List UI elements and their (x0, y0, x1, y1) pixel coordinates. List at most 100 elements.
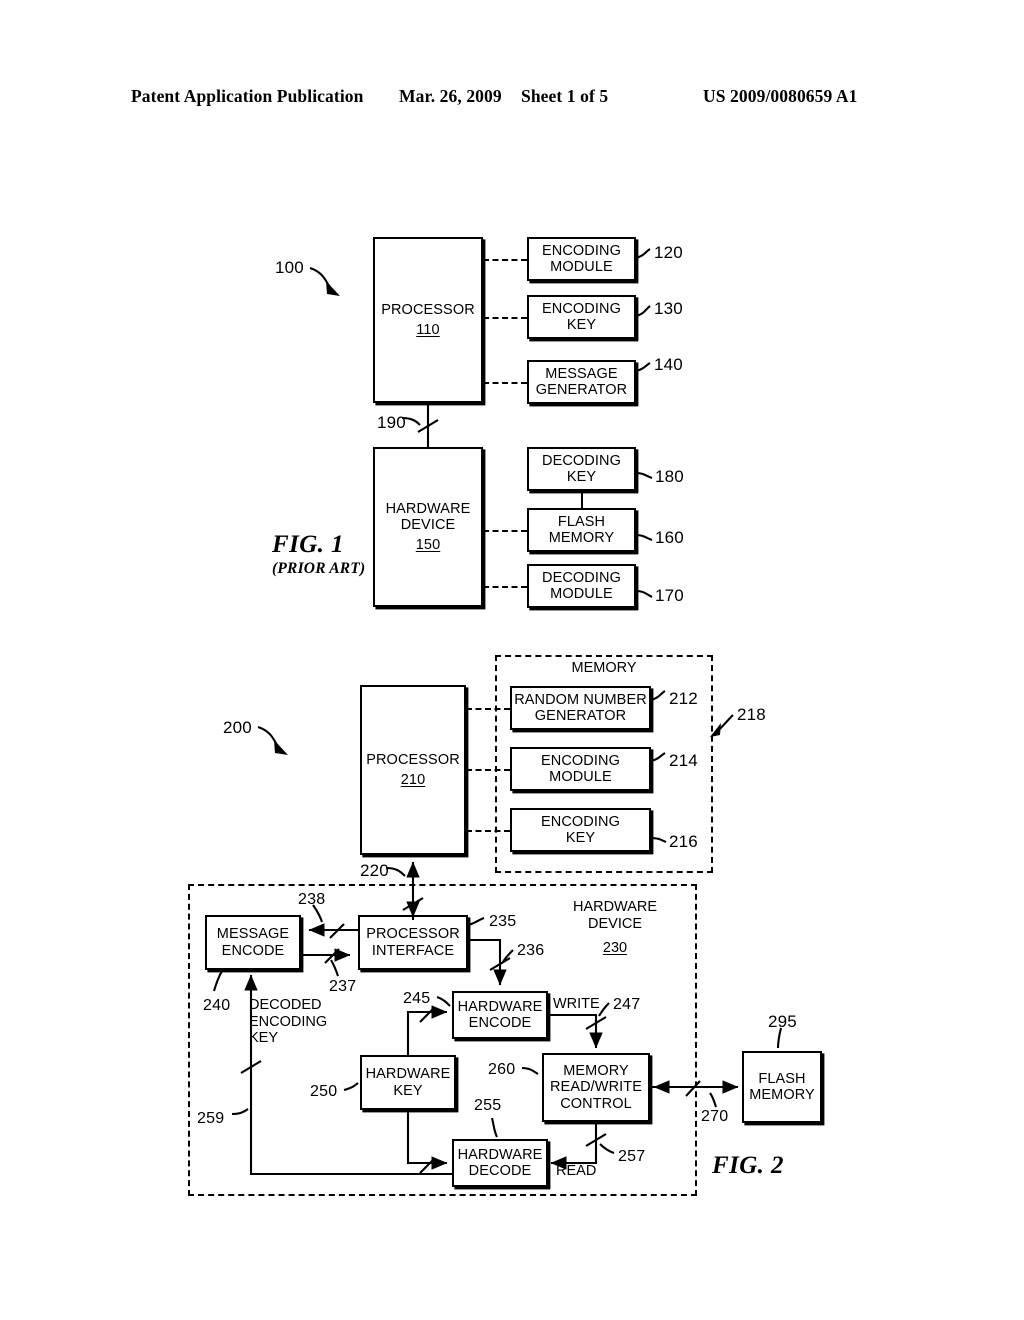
decoding-key-180-ref: 180 (655, 467, 684, 486)
hardware-key-250-label-line1: HARDWARE (365, 1066, 451, 1083)
flash-memory-160-label-line2: MEMORY (548, 530, 615, 546)
processor-210-box: PROCESSOR 210 (360, 685, 466, 855)
decoding-module-170-label-line2: MODULE (550, 586, 613, 602)
hardware-decode-255-label-line1: HARDWARE (457, 1146, 543, 1163)
memory-read-write-control-260-label-line3: CONTROL (560, 1095, 632, 1112)
connector-processor-encoding-module (483, 259, 527, 261)
hardware-device-150-box: HARDWARE DEVICE 150 (373, 447, 483, 607)
processor-210-label: PROCESSOR (366, 752, 460, 769)
hardware-device-150-label-line1: HARDWARE (385, 501, 471, 518)
encoding-key-130-box: ENCODING KEY (527, 295, 636, 339)
encoding-module-214-label-line1: ENCODING (541, 752, 620, 769)
flash-memory-160-ref: 160 (655, 528, 684, 547)
connector-processor-random-number-generator (466, 708, 510, 710)
signal-238-ref: 238 (298, 891, 326, 908)
processor-110-ref: 110 (416, 321, 440, 338)
leader-160 (635, 533, 653, 541)
processor-interface-235-label-line2: INTERFACE (371, 942, 455, 959)
bus-190-ref: 190 (377, 413, 406, 432)
processor-interface-235-ref: 235 (489, 913, 517, 930)
processor-110-box: PROCESSOR 110 (373, 237, 483, 403)
bus-190-slash (417, 419, 439, 433)
page-header: Patent Application Publication Mar. 26, … (0, 86, 1024, 112)
leader-100-arrowhead (326, 281, 340, 296)
encoding-module-120-box: ENCODING MODULE (527, 237, 636, 281)
hardware-encode-245-label-line2: ENCODE (468, 1015, 532, 1031)
encoding-key-216-box: ENCODING KEY (510, 808, 651, 852)
message-generator-140-ref: 140 (654, 355, 683, 374)
bus-220-ref: 220 (360, 861, 389, 880)
encoding-module-214-box: ENCODING MODULE (510, 747, 651, 791)
memory-read-write-control-260-label-line2: READ/WRITE (549, 1079, 643, 1096)
leader-100 (309, 267, 330, 287)
leader-120 (635, 248, 651, 260)
figure2-system-ref: 200 (223, 718, 252, 737)
figure1-system-ref: 100 (275, 258, 304, 277)
connector-processor-message-generator (483, 382, 527, 384)
flash-memory-295-box: FLASH MEMORY (742, 1051, 822, 1123)
decoded-encoding-key-label: DECODED ENCODING KEY (249, 997, 327, 1047)
connector-hardware-device-decoding-module (483, 586, 527, 588)
decoding-module-170-label-line1: DECODING (542, 569, 621, 586)
leader-200-arrowhead (274, 740, 288, 755)
message-generator-140-box: MESSAGE GENERATOR (527, 360, 636, 404)
connector-processor-encoding-module-214 (466, 769, 510, 771)
figure1-caption: FIG. 1 (PRIOR ART) (272, 531, 365, 578)
leader-180 (635, 471, 653, 479)
decoded-encoding-key-line3: KEY (249, 1030, 279, 1047)
encoding-key-130-ref: 130 (654, 299, 683, 318)
hardware-device-150-label-line2: DEVICE (400, 517, 456, 534)
encoding-module-214-label-line2: MODULE (549, 769, 612, 785)
processor-110-label: PROCESSOR (381, 302, 475, 319)
leader-218 (717, 714, 734, 732)
hardware-decode-255-label-line2: DECODE (468, 1163, 532, 1179)
encoding-module-214-ref: 214 (669, 751, 698, 770)
memory-read-write-control-260-box: MEMORY READ/WRITE CONTROL (542, 1053, 650, 1122)
hardware-device-150-ref: 150 (415, 536, 441, 553)
memory-group-218-ref: 218 (737, 705, 766, 724)
connector-processor-encoding-key-216 (466, 830, 510, 832)
encoding-module-120-label-line1: ENCODING (542, 242, 621, 259)
hardware-device-230-label-line1: HARDWARE (572, 899, 658, 915)
leader-200 (257, 726, 278, 746)
hardware-key-250-label-line2: KEY (393, 1082, 423, 1099)
message-encode-240-box: MESSAGE ENCODE (205, 915, 301, 970)
message-encode-240-ref: 240 (203, 997, 231, 1014)
signal-270-ref: 270 (701, 1108, 729, 1125)
message-encode-240-label-line1: MESSAGE (216, 926, 290, 943)
message-generator-140-label-line2: GENERATOR (535, 382, 628, 398)
header-sheet-number: Sheet 1 of 5 (521, 86, 609, 106)
encoding-key-216-ref: 216 (669, 832, 698, 851)
header-patent-number: US 2009/0080659 A1 (703, 86, 858, 106)
message-generator-140-label-line1: MESSAGE (545, 365, 618, 382)
flash-memory-295-ref: 295 (768, 1012, 797, 1031)
connector-hardware-device-flash-memory (483, 530, 527, 532)
hardware-key-250-box: HARDWARE KEY (360, 1055, 456, 1110)
decoding-module-170-box: DECODING MODULE (527, 564, 636, 608)
header-publication: Patent Application Publication (131, 86, 364, 106)
encoding-module-120-ref: 120 (654, 243, 683, 262)
flash-memory-160-label-line1: FLASH (557, 513, 606, 530)
hardware-encode-245-label-line1: HARDWARE (457, 998, 543, 1015)
signal-236-ref: 236 (517, 942, 545, 959)
hardware-decode-255-ref: 255 (474, 1097, 502, 1114)
leader-270 (709, 1092, 717, 1108)
hardware-encode-245-box: HARDWARE ENCODE (452, 991, 548, 1039)
random-number-generator-212-ref: 212 (669, 689, 698, 708)
flash-memory-160-box: FLASH MEMORY (527, 508, 636, 552)
random-number-generator-212-box: RANDOM NUMBER GENERATOR (510, 686, 651, 730)
leader-170 (635, 589, 653, 598)
figure2-caption: FIG. 2 (712, 1152, 784, 1180)
hardware-device-230-label-line2: DEVICE (588, 916, 642, 932)
figure1-caption-prior-art: (PRIOR ART) (272, 560, 366, 577)
message-encode-240-label-line2: ENCODE (221, 942, 285, 959)
signal-259-ref: 259 (197, 1110, 225, 1127)
decoding-key-180-label-line2: KEY (566, 469, 597, 485)
write-label: WRITE (553, 996, 600, 1012)
connector-processor-encoding-key (483, 317, 527, 319)
signal-247-ref: 247 (613, 996, 641, 1013)
signal-237-ref: 237 (329, 978, 357, 995)
header-date: Mar. 26, 2009 (399, 86, 502, 106)
flash-memory-295-label-line2: MEMORY (749, 1087, 815, 1103)
leader-130 (635, 305, 651, 318)
